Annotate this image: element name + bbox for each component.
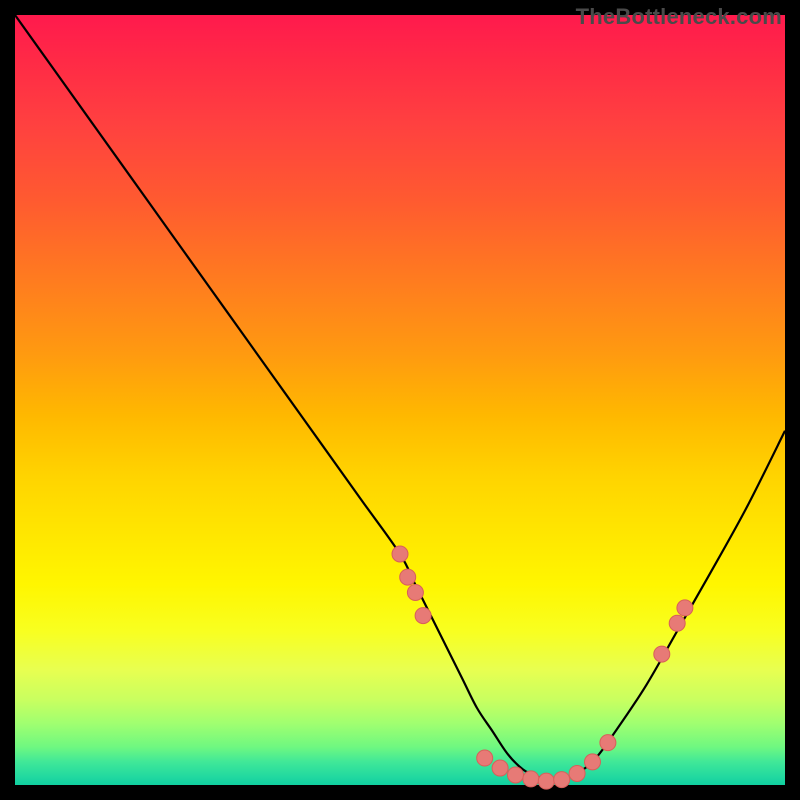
curve-marker	[669, 615, 685, 631]
curve-marker	[569, 765, 585, 781]
chart-stage: TheBottleneck.com	[0, 0, 800, 800]
curve-marker	[677, 600, 693, 616]
curve-marker	[492, 760, 508, 776]
plot-area	[15, 15, 785, 785]
curve-marker	[654, 646, 670, 662]
curve-marker	[415, 608, 431, 624]
curve-marker	[538, 773, 554, 789]
curve-marker	[477, 750, 493, 766]
curve-marker	[554, 772, 570, 788]
bottleneck-curve	[15, 15, 785, 781]
curve-marker	[392, 546, 408, 562]
curve-marker	[508, 767, 524, 783]
curve-marker	[407, 585, 423, 601]
curve-marker	[600, 735, 616, 751]
curve-marker	[585, 754, 601, 770]
watermark-text: TheBottleneck.com	[576, 4, 782, 30]
curve-svg	[15, 15, 785, 785]
curve-marker	[400, 569, 416, 585]
curve-markers	[392, 546, 693, 789]
curve-marker	[523, 771, 539, 787]
